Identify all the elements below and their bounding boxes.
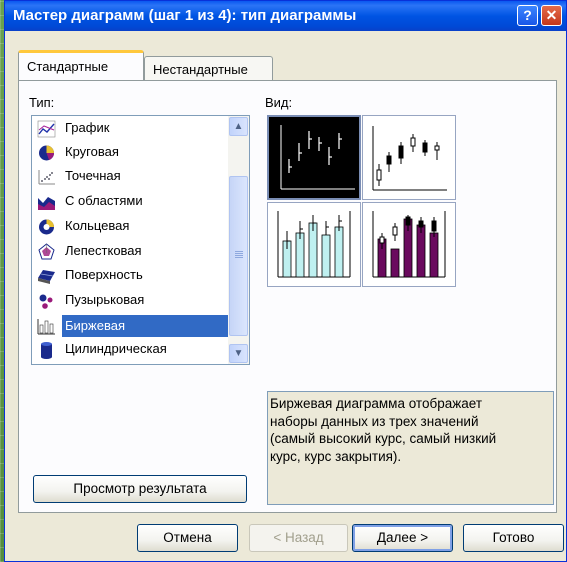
list-item-cylinder[interactable]: Цилиндрическая — [35, 338, 225, 362]
chart-wizard-dialog: Мастер диаграмм (шаг 1 из 4): тип диагра… — [4, 0, 567, 562]
window-title: Мастер диаграмм (шаг 1 из 4): тип диагра… — [13, 7, 357, 24]
list-item-label: График — [65, 120, 110, 135]
surface-chart-icon — [38, 270, 55, 284]
preview-result-button[interactable]: Просмотр результата — [33, 475, 247, 503]
volume-open-high-low-close-thumbnail — [372, 211, 446, 278]
tab-panel: Тип: Вид: График Круговая Точечная С обл… — [18, 80, 557, 513]
subtype-volume-high-low-close[interactable] — [267, 202, 361, 287]
radar-chart-icon — [38, 243, 55, 260]
subtype-open-high-low-close[interactable] — [362, 115, 456, 200]
description-line: Биржевая диаграмма отображает — [270, 396, 483, 411]
list-item-bubble[interactable]: Пузырьковая — [35, 289, 225, 313]
list-item-surface[interactable]: Поверхность — [35, 264, 225, 288]
description-line: наборы данных из трех значений — [270, 413, 479, 429]
list-item-label: Поверхность — [65, 267, 143, 282]
list-item-label: С областями — [65, 193, 143, 208]
grip-icon — [235, 251, 243, 258]
doughnut-chart-icon — [39, 219, 54, 235]
list-item-label: Цилиндрическая — [65, 341, 167, 356]
close-button[interactable]: ✕ — [541, 5, 562, 26]
open-high-low-close-thumbnail — [372, 126, 447, 191]
bubble-chart-icon — [39, 294, 53, 309]
list-item-label: Биржевая — [62, 315, 228, 337]
chart-subtype-gallery — [267, 115, 457, 287]
list-item-scatter[interactable]: Точечная — [35, 165, 225, 189]
description-line: курс, курс закрытия). — [270, 448, 402, 464]
next-button[interactable]: Далее > — [352, 524, 453, 552]
help-button[interactable]: ? — [517, 5, 538, 26]
cancel-button[interactable]: Отмена — [137, 524, 238, 552]
scroll-thumb[interactable] — [229, 176, 248, 336]
list-item-stock[interactable]: Биржевая — [35, 314, 228, 338]
title-bar[interactable]: Мастер диаграмм (шаг 1 из 4): тип диагра… — [5, 1, 566, 31]
type-label: Тип: — [29, 95, 55, 110]
list-item-radar[interactable]: Лепестковая — [35, 240, 225, 264]
list-item-label: Круговая — [65, 144, 119, 159]
subtype-description: Биржевая диаграмма отображает наборы дан… — [267, 391, 554, 505]
tab-custom[interactable]: Нестандартные — [144, 56, 273, 80]
pie-chart-icon — [39, 145, 54, 161]
list-item-doughnut[interactable]: Кольцевая — [35, 215, 225, 239]
list-item-area[interactable]: С областями — [35, 190, 225, 214]
area-chart-icon — [38, 197, 55, 210]
chart-type-list[interactable]: График Круговая Точечная С областями Кол… — [31, 115, 250, 365]
finish-button[interactable]: Готово — [463, 524, 564, 552]
list-scrollbar[interactable]: ▲ ▼ — [228, 116, 249, 364]
volume-high-low-close-thumbnail — [277, 211, 351, 278]
list-item-label: Кольцевая — [65, 218, 130, 233]
high-low-close-thumbnail — [280, 125, 355, 190]
scroll-up-icon[interactable]: ▲ — [229, 117, 248, 136]
view-label: Вид: — [265, 95, 293, 110]
list-item-label: Пузырьковая — [65, 292, 145, 307]
cylinder-chart-icon — [41, 342, 52, 359]
scatter-chart-icon — [38, 170, 55, 185]
list-item-pie[interactable]: Круговая — [35, 141, 225, 165]
subtype-high-low-close[interactable] — [267, 115, 361, 200]
line-chart-icon — [37, 120, 56, 138]
list-item-label: Лепестковая — [65, 243, 142, 258]
stock-chart-icon — [37, 319, 55, 335]
tab-standard[interactable]: Стандартные — [18, 50, 144, 80]
list-item-line[interactable]: График — [35, 117, 225, 141]
description-line: (самый высокий курс, самый низкий — [270, 431, 497, 446]
subtype-volume-open-high-low-close[interactable] — [362, 202, 456, 287]
scroll-down-icon[interactable]: ▼ — [229, 344, 248, 363]
list-item-label: Точечная — [65, 168, 121, 183]
back-button[interactable]: < Назад — [249, 524, 348, 552]
